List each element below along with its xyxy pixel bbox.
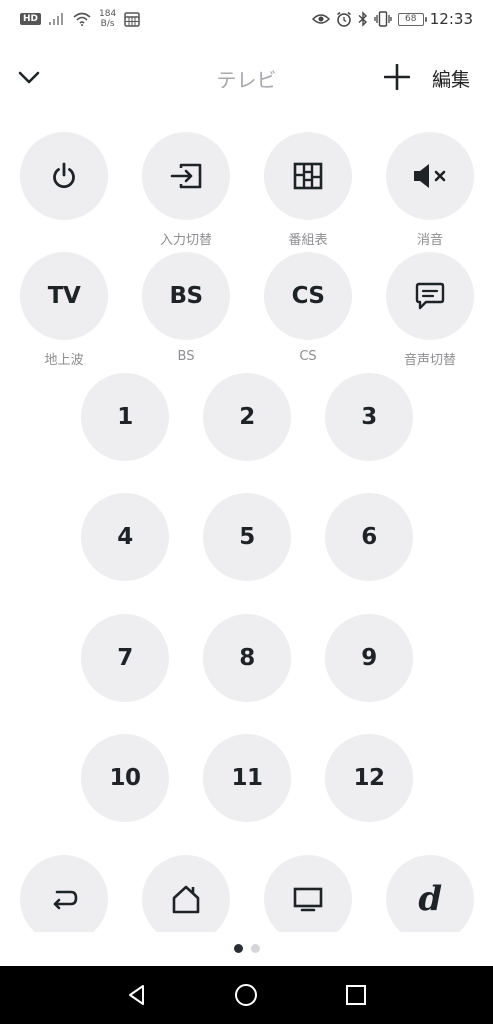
number-key-text: 8 (239, 645, 255, 671)
page-dot-1[interactable] (233, 944, 243, 953)
program-guide-label: 番組表 (288, 233, 328, 248)
nav-back-button[interactable] (122, 980, 152, 1010)
bs-label: BS (177, 349, 195, 364)
number-key-9[interactable]: 9 (325, 614, 413, 702)
number-key-text: 3 (361, 404, 377, 430)
power-button[interactable] (20, 132, 108, 220)
terrestrial-button[interactable]: TV (20, 252, 108, 340)
home-button[interactable] (142, 855, 230, 932)
return-button[interactable] (20, 855, 108, 932)
page-dot-2[interactable] (250, 944, 260, 953)
alarm-icon (336, 11, 351, 27)
edit-button[interactable]: 編集 (432, 65, 470, 92)
hd-badge: HD (20, 13, 42, 25)
network-speed: 184 B/s (99, 9, 117, 29)
number-key-6[interactable]: 6 (325, 493, 413, 581)
bluetooth-icon (358, 11, 367, 27)
cs-button-text: CS (291, 283, 325, 309)
circle-home-icon (235, 984, 257, 1006)
bs-button[interactable]: BS (142, 252, 230, 340)
calendar-icon (124, 12, 140, 27)
signal-icon (49, 13, 64, 25)
number-key-text: 5 (239, 524, 255, 550)
number-key-3[interactable]: 3 (325, 373, 413, 461)
number-key-10[interactable]: 10 (81, 734, 169, 822)
number-key-text: 2 (239, 404, 255, 430)
number-key-5[interactable]: 5 (203, 493, 291, 581)
number-key-4[interactable]: 4 (81, 493, 169, 581)
square-recents-icon (346, 985, 366, 1005)
wifi-icon (73, 12, 91, 26)
d-button-text: d (418, 879, 442, 919)
mute-button[interactable] (386, 132, 474, 220)
cs-button[interactable]: CS (264, 252, 352, 340)
number-key-2[interactable]: 2 (203, 373, 291, 461)
number-key-1[interactable]: 1 (81, 373, 169, 461)
screen-button[interactable] (264, 855, 352, 932)
program-guide-button[interactable] (264, 132, 352, 220)
cs-label: CS (299, 349, 317, 364)
number-key-8[interactable]: 8 (203, 614, 291, 702)
number-key-text: 9 (361, 645, 377, 671)
home-icon (172, 885, 200, 914)
add-button[interactable] (382, 62, 412, 92)
input-icon (170, 163, 202, 189)
header: テレビ 編集 (0, 50, 493, 106)
d-button[interactable]: d (386, 855, 474, 932)
page-indicator (0, 944, 493, 953)
mute-icon (414, 164, 446, 188)
number-key-12[interactable]: 12 (325, 734, 413, 822)
number-key-11[interactable]: 11 (203, 734, 291, 822)
page-title: テレビ (216, 68, 277, 92)
terrestrial-button-text: TV (47, 283, 81, 309)
nav-recents-button[interactable] (341, 980, 371, 1010)
program-guide-icon (293, 162, 323, 190)
number-key-text: 1 (117, 404, 133, 430)
number-key-7[interactable]: 7 (81, 614, 169, 702)
nav-home-button[interactable] (231, 980, 261, 1010)
input-switch-label: 入力切替 (159, 233, 212, 248)
terrestrial-label: 地上波 (44, 353, 84, 368)
audio-switch-label: 音声切替 (403, 353, 456, 368)
power-icon (53, 162, 75, 189)
navigation-bar (0, 966, 493, 1024)
number-key-text: 12 (353, 765, 385, 791)
speech-bubble-icon (415, 282, 445, 310)
mute-label: 消音 (416, 233, 443, 248)
number-key-text: 6 (361, 524, 377, 550)
plus-icon (384, 64, 410, 90)
status-bar: HD 184 B/s 68 12:33 (0, 0, 493, 38)
status-time: 12:33 (429, 10, 473, 28)
number-key-text: 11 (231, 765, 263, 791)
bs-button-text: BS (169, 283, 203, 309)
triangle-back-icon (129, 985, 144, 1005)
number-key-text: 7 (117, 645, 133, 671)
number-key-text: 4 (117, 524, 133, 550)
audio-switch-button[interactable] (386, 252, 474, 340)
screen-icon (293, 887, 323, 912)
scroll-clip: d (0, 845, 493, 932)
number-key-text: 10 (109, 765, 141, 791)
battery-icon: 68 (397, 12, 427, 26)
input-switch-button[interactable] (142, 132, 230, 220)
eye-icon (311, 14, 330, 24)
return-icon (53, 890, 78, 910)
vibrate-icon (374, 11, 392, 27)
